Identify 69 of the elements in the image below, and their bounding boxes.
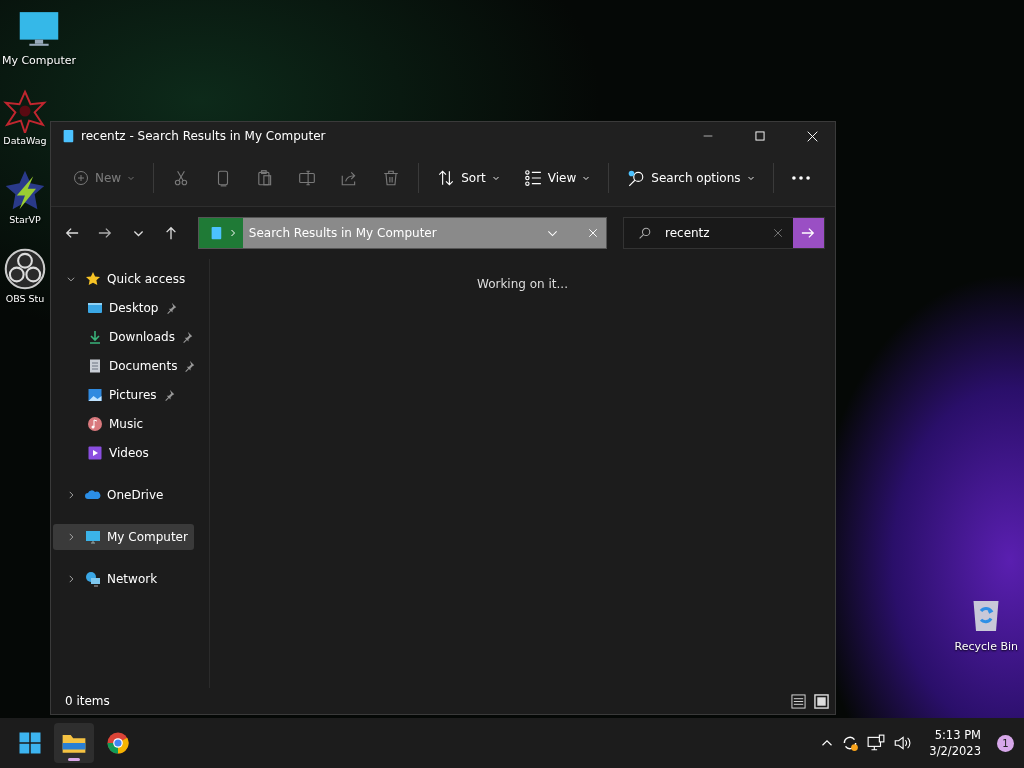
- windows-logo-icon: [18, 731, 42, 755]
- network-monitor-icon: [867, 734, 886, 752]
- close-icon: [588, 228, 598, 238]
- list-view-icon: [523, 169, 542, 187]
- clock-date[interactable]: 3/2/2023: [929, 743, 981, 759]
- caret-icon: [582, 174, 591, 182]
- obs-circle-icon: [3, 247, 47, 291]
- status-message: Working on it...: [477, 277, 568, 291]
- back-arrow-icon: [64, 226, 79, 240]
- film-play-icon: [87, 445, 103, 461]
- sidebar-item[interactable]: Network: [53, 566, 164, 592]
- search-field[interactable]: recentz: [665, 226, 745, 240]
- chrome-logo-icon: [106, 731, 130, 755]
- sidebar-item[interactable]: OneDrive: [53, 482, 170, 508]
- details-view-button[interactable]: [791, 693, 806, 709]
- taskbar-explorer-button[interactable]: [54, 723, 94, 763]
- maximize-icon: [755, 131, 765, 141]
- sidebar-item[interactable]: Videos: [53, 440, 155, 466]
- desktop-icon-label[interactable]: StarVP: [9, 214, 41, 225]
- folder-tablet-icon: [61, 129, 75, 143]
- sort-arrows-icon: [437, 169, 456, 187]
- sidebar-item[interactable]: Quick access: [53, 266, 192, 292]
- search-options-button[interactable]: Search options: [617, 163, 765, 193]
- plus-circle-icon: [73, 170, 89, 186]
- music-note-icon: [87, 416, 103, 432]
- chevron-right-icon: [228, 229, 237, 237]
- details-view-icon: [791, 693, 806, 709]
- forward-arrow-icon: [97, 226, 112, 240]
- right-arrow-icon: [801, 226, 816, 240]
- up-arrow-icon: [164, 226, 179, 240]
- download-arrow-icon: [87, 329, 103, 345]
- document-icon: [87, 358, 103, 374]
- large-icons-view-icon: [814, 693, 829, 709]
- trash-icon: [382, 169, 401, 187]
- sync-icon: [841, 734, 860, 752]
- monitor-icon: [85, 529, 101, 545]
- speaker-icon: [893, 734, 912, 752]
- sidebar-item[interactable]: Downloads: [53, 324, 199, 350]
- desktop-icon-label[interactable]: OBS Stu: [5, 293, 45, 304]
- desktop-icon: [87, 300, 103, 316]
- desktop-icon-label[interactable]: Recycle Bin: [954, 640, 1018, 653]
- sidebar-item[interactable]: Documents: [53, 353, 202, 379]
- sort-button[interactable]: Sort: [427, 163, 510, 193]
- desktop-icon-label[interactable]: DataWag: [3, 135, 47, 146]
- search-icon: [638, 226, 651, 240]
- rename-icon: [298, 169, 317, 187]
- close-icon: [806, 130, 818, 142]
- star-icon: [85, 271, 101, 287]
- view-button[interactable]: View: [513, 163, 601, 193]
- caret-icon: [127, 174, 136, 182]
- picture-icon: [87, 387, 103, 403]
- sidebar-item[interactable]: My Computer: [53, 524, 194, 550]
- sidebar-item[interactable]: Desktop: [53, 295, 183, 321]
- caret-icon: [491, 174, 500, 182]
- network-monitor-icon: [85, 571, 101, 587]
- more-dots-icon: [791, 176, 810, 180]
- close-icon: [773, 228, 783, 238]
- search-go-button[interactable]: [793, 218, 824, 248]
- star-burst-icon: [3, 89, 47, 133]
- caret-icon: [746, 174, 755, 182]
- notification-badge[interactable]: 1: [997, 734, 1014, 752]
- sidebar-item[interactable]: Music: [53, 411, 150, 437]
- desktop-icon-label[interactable]: My Computer: [1, 54, 77, 67]
- tiles-view-button[interactable]: [814, 693, 829, 709]
- clock-time[interactable]: 5:13 PM: [934, 727, 981, 743]
- item-count: 0 items: [65, 694, 111, 708]
- search-gear-icon: [627, 169, 646, 187]
- window-title: recentz - Search Results in My Computer: [81, 129, 327, 143]
- sidebar-item[interactable]: Pictures: [53, 382, 181, 408]
